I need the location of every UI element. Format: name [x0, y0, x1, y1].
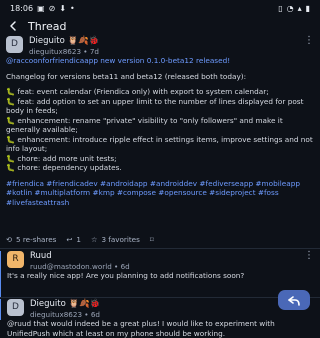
author-name[interactable]: Dieguito 🦉🍂🐞: [30, 299, 100, 309]
more-options-icon[interactable]: ⋮: [304, 36, 314, 46]
status-time: 18:06: [10, 3, 34, 13]
changelog-line: 🐛 chore: dependency updates.: [6, 163, 122, 172]
hashtags[interactable]: #friendica #friendicadev #androidapp #an…: [6, 179, 314, 208]
favorite-action[interactable]: ☆ 3 favorites: [91, 235, 140, 244]
author-handle: ruud@mastodon.world • 6d: [30, 262, 130, 271]
bookmark-icon: ⌑: [149, 234, 154, 244]
notification-icon: ▣: [37, 3, 45, 13]
changelog-heading: Changelog for versions beta11 and beta12…: [6, 71, 247, 81]
battery-icon: ▮: [305, 3, 310, 13]
download-icon: ⬇: [59, 3, 67, 13]
divider: [0, 297, 320, 298]
star-icon: ☆: [90, 234, 98, 244]
page-title: Thread: [28, 19, 67, 33]
thread-post-reply: D Dieguito 🦉🍂🐞 dieguitux8623 • 6d @ruud …: [0, 299, 320, 338]
reply-text: @ruud that would indeed be a great plus!…: [7, 319, 275, 338]
changelog-line: 🐛 enhancement: introduce ripple effect i…: [6, 134, 313, 154]
dot-icon: •: [70, 3, 75, 13]
thread-post-reply: R Ruud ruud@mastodon.world • 6d ⋮ It's a…: [0, 251, 320, 297]
post-header: R Ruud ruud@mastodon.world • 6d ⋮: [7, 251, 314, 271]
avatar[interactable]: D: [7, 299, 24, 316]
reply-count-icon: ↩: [66, 234, 73, 244]
back-icon[interactable]: [6, 19, 20, 33]
avatar[interactable]: D: [6, 36, 23, 53]
top-app-bar: Thread: [0, 16, 320, 36]
signal-icon: ▴: [297, 3, 302, 13]
mention-link[interactable]: @raccoonforfriendicaapp new version 0.1.…: [6, 56, 230, 65]
reply-text: It's a really nice app! Are you planning…: [7, 271, 245, 280]
status-bar: 18:06 ▣ ⊘ ⬇ • ▯ ◔ ▴ ▮: [0, 0, 320, 16]
post-content: @raccoonforfriendicaapp new version 0.1.…: [6, 56, 314, 207]
author-handle: dieguitux8623 • 6d: [30, 310, 100, 319]
divider: [0, 248, 320, 249]
post-header: D Dieguito 🦉🍂🐞 dieguitux8623 • 6d: [7, 299, 314, 319]
post-actions: ⟲ 5 re-shares ↩ 1 ☆ 3 favorites ⌑: [6, 230, 314, 248]
reply-icon: [288, 296, 300, 306]
dnd-icon: ⊘: [48, 3, 56, 13]
reply-fab[interactable]: [278, 290, 310, 310]
bookmark-action[interactable]: ⌑: [150, 235, 154, 244]
post-content: It's a really nice app! Are you planning…: [7, 271, 314, 281]
post-content: @ruud that would indeed be a great plus!…: [7, 319, 314, 338]
changelog-line: 🐛 enhancement: rename "private" visibili…: [6, 115, 283, 135]
avatar[interactable]: R: [7, 251, 24, 268]
more-options-icon[interactable]: ⋮: [304, 251, 314, 261]
changelog-line: 🐛 chore: add more unit tests;: [6, 153, 117, 163]
changelog-line: 🐛 feat: add option to set an upper limit…: [6, 96, 304, 116]
reply-action[interactable]: ↩ 1: [66, 235, 81, 244]
reshare-count: 5 re-shares: [16, 234, 57, 244]
author-name[interactable]: Dieguito 🦉🍂🐞: [29, 36, 99, 46]
author-handle: dieguitux8623 • 7d: [29, 47, 99, 56]
reply-count: 1: [76, 234, 81, 244]
repeat-icon: ⟲: [6, 234, 13, 244]
reshare-action[interactable]: ⟲ 5 re-shares: [6, 235, 56, 244]
post-header: D Dieguito 🦉🍂🐞 dieguitux8623 • 7d ⋮: [6, 36, 314, 56]
favorite-count: 3 favorites: [101, 234, 140, 244]
wifi-icon: ◔: [286, 3, 294, 13]
thread-post-root: D Dieguito 🦉🍂🐞 dieguitux8623 • 7d ⋮ @rac…: [0, 36, 320, 248]
vibrate-icon: ▯: [278, 3, 283, 13]
author-name[interactable]: Ruud: [30, 251, 130, 261]
changelog-line: 🐛 feat: event calendar (Friendica only) …: [6, 87, 269, 96]
